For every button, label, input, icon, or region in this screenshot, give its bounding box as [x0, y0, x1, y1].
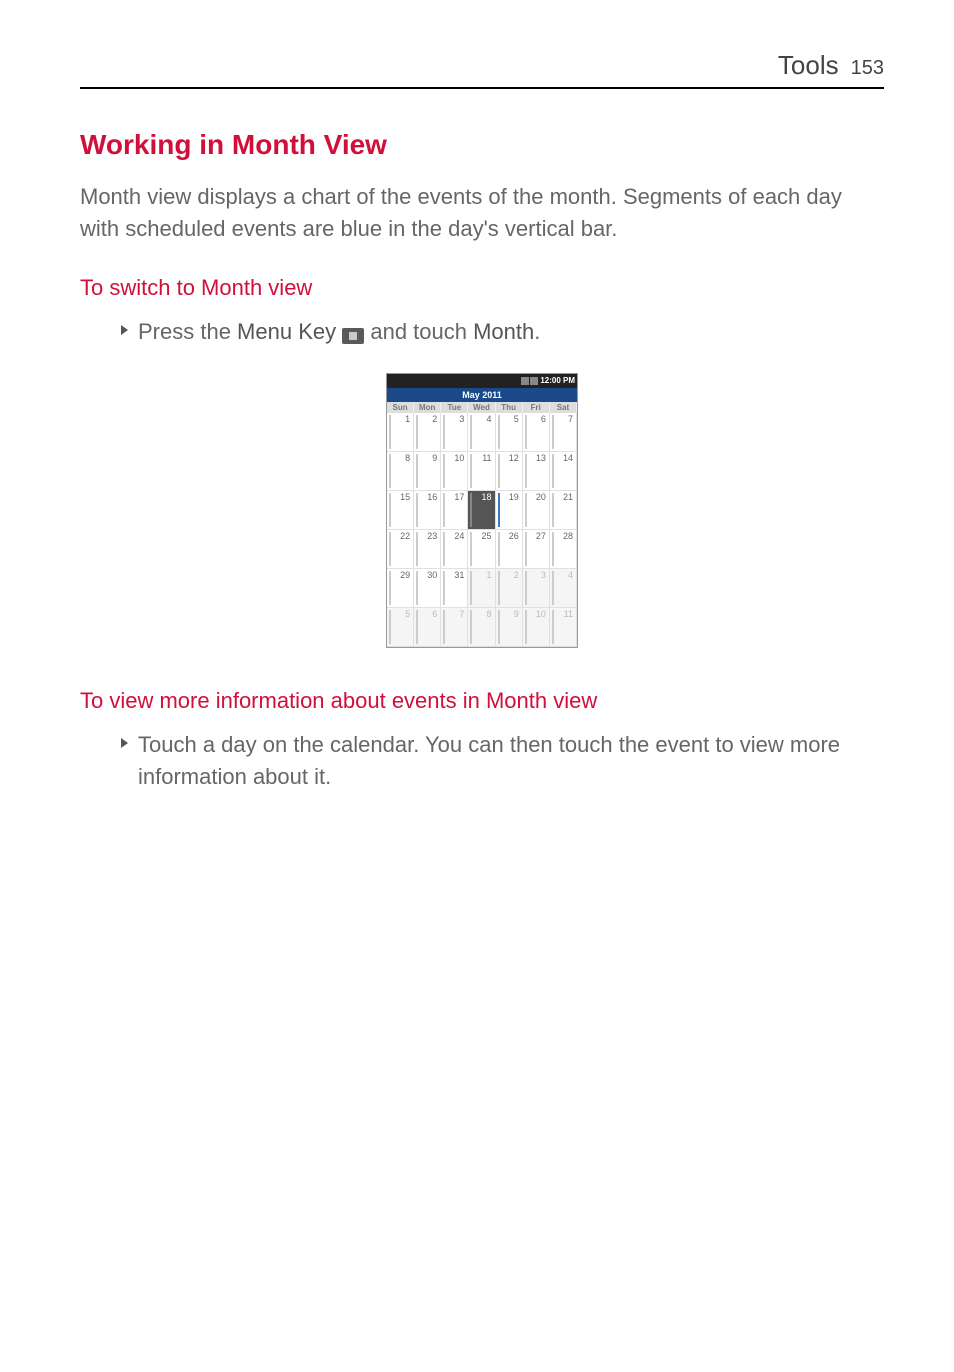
text-fragment: and touch — [370, 319, 473, 344]
calendar-cell: 2 — [414, 413, 441, 452]
dow-thu: Thu — [496, 402, 523, 413]
calendar-cell: 23 — [414, 530, 441, 569]
calendar-cell: 11 — [550, 608, 577, 647]
phone-screenshot: 12:00 PM May 2011 Sun Mon Tue Wed Thu Fr… — [80, 373, 884, 648]
calendar-cell: 6 — [414, 608, 441, 647]
text-fragment: . — [534, 319, 540, 344]
calendar-cell: 5 — [387, 608, 414, 647]
calendar-cell: 6 — [523, 413, 550, 452]
header-section: Tools — [778, 50, 839, 81]
bullet-text-2: Touch a day on the calendar. You can the… — [138, 729, 884, 793]
phone-frame: 12:00 PM May 2011 Sun Mon Tue Wed Thu Fr… — [386, 373, 578, 648]
menu-key-label: Menu Key — [237, 319, 336, 344]
bullet-text-1: Press the Menu Key and touch Month. — [138, 316, 540, 348]
calendar-cell: 30 — [414, 569, 441, 608]
bullet-icon — [120, 323, 130, 341]
calendar-cell: 19 — [496, 491, 523, 530]
calendar-cell: 7 — [550, 413, 577, 452]
calendar-cell: 25 — [468, 530, 495, 569]
calendar-cell: 1 — [387, 413, 414, 452]
calendar-cell: 21 — [550, 491, 577, 530]
calendar-cell: 8 — [387, 452, 414, 491]
calendar-cell: 26 — [496, 530, 523, 569]
calendar-cell: 15 — [387, 491, 414, 530]
intro-paragraph: Month view displays a chart of the event… — [80, 181, 884, 245]
calendar-cell: 28 — [550, 530, 577, 569]
calendar-cell: 3 — [523, 569, 550, 608]
calendar-cell: 14 — [550, 452, 577, 491]
dow-sat: Sat — [550, 402, 577, 413]
status-icons — [521, 377, 538, 385]
calendar-cell: 12 — [496, 452, 523, 491]
calendar-cell: 7 — [441, 608, 468, 647]
calendar-cell: 11 — [468, 452, 495, 491]
dow-wed: Wed — [468, 402, 495, 413]
text-fragment: Press the — [138, 319, 237, 344]
page-header: Tools 153 — [80, 50, 884, 89]
status-time: 12:00 PM — [540, 376, 575, 385]
calendar-cell: 20 — [523, 491, 550, 530]
calendar-cell: 27 — [523, 530, 550, 569]
calendar-cell: 4 — [550, 569, 577, 608]
calendar-cell: 17 — [441, 491, 468, 530]
main-heading: Working in Month View — [80, 129, 884, 161]
dow-tue: Tue — [441, 402, 468, 413]
calendar-grid: 1234567891011121314151617181920212223242… — [387, 413, 577, 647]
calendar-cell: 29 — [387, 569, 414, 608]
calendar-cell: 9 — [414, 452, 441, 491]
calendar-cell: 31 — [441, 569, 468, 608]
calendar-cell: 10 — [441, 452, 468, 491]
signal-icon — [521, 377, 529, 385]
calendar-cell: 18 — [468, 491, 495, 530]
calendar-cell: 1 — [468, 569, 495, 608]
calendar-cell: 4 — [468, 413, 495, 452]
calendar-cell: 9 — [496, 608, 523, 647]
calendar-cell: 5 — [496, 413, 523, 452]
header-page-number: 153 — [851, 57, 884, 80]
bullet-switch-month: Press the Menu Key and touch Month. — [120, 316, 884, 348]
bullet-icon — [120, 736, 130, 754]
battery-icon — [530, 377, 538, 385]
calendar-cell: 8 — [468, 608, 495, 647]
calendar-title-bar: May 2011 — [387, 388, 577, 402]
calendar-cell: 13 — [523, 452, 550, 491]
dow-sun: Sun — [387, 402, 414, 413]
calendar-cell: 3 — [441, 413, 468, 452]
subheading-view-more: To view more information about events in… — [80, 688, 884, 714]
calendar-cell: 2 — [496, 569, 523, 608]
status-bar: 12:00 PM — [387, 374, 577, 388]
calendar-cell: 10 — [523, 608, 550, 647]
dow-fri: Fri — [523, 402, 550, 413]
calendar-cell: 24 — [441, 530, 468, 569]
dow-mon: Mon — [414, 402, 441, 413]
calendar-dow-row: Sun Mon Tue Wed Thu Fri Sat — [387, 402, 577, 413]
bullet-view-more: Touch a day on the calendar. You can the… — [120, 729, 884, 793]
calendar-cell: 16 — [414, 491, 441, 530]
month-label: Month — [473, 319, 534, 344]
menu-key-icon — [342, 328, 364, 344]
calendar-cell: 22 — [387, 530, 414, 569]
subheading-switch: To switch to Month view — [80, 275, 884, 301]
